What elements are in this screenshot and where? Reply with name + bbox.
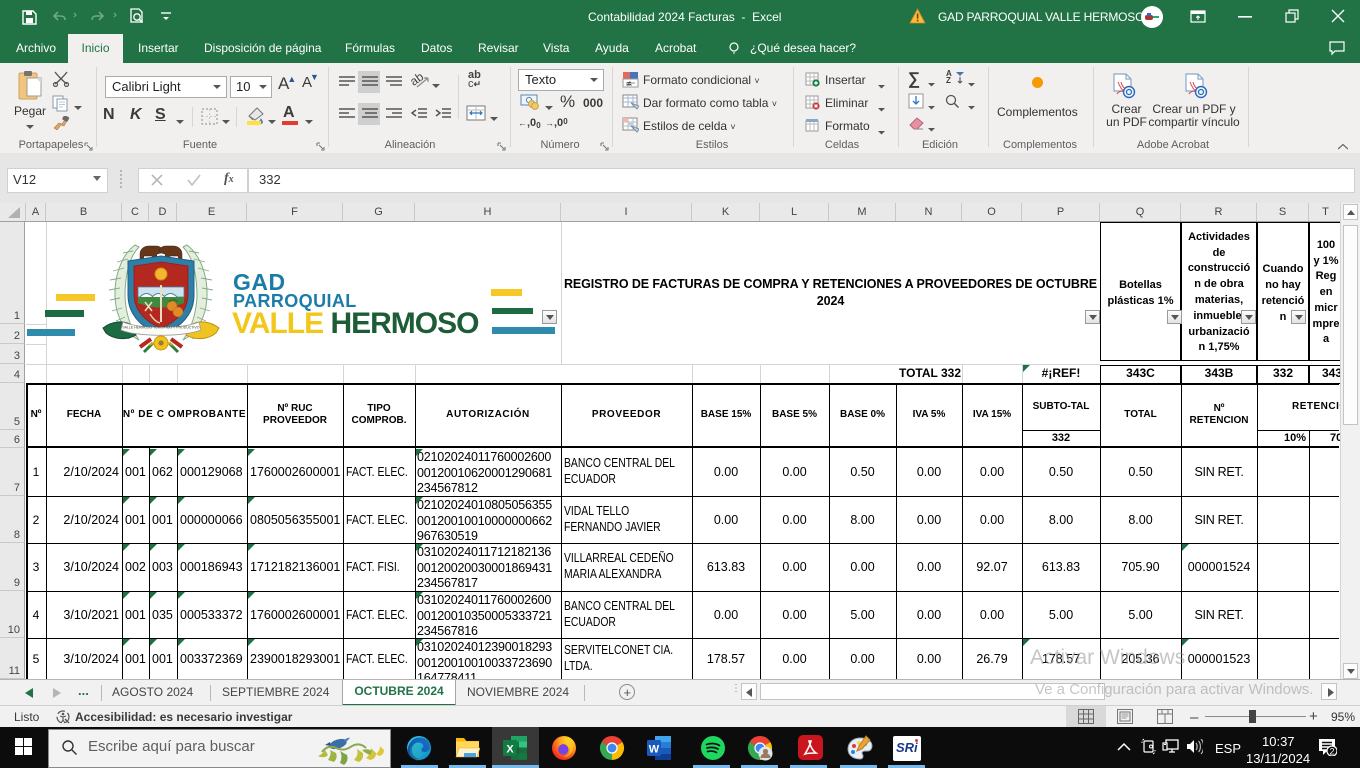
svg-text:≠: ≠ (627, 79, 632, 88)
svg-text:VALLE HERMOSO TURISTICO Y PROD: VALLE HERMOSO TURISTICO Y PRODUCTIVO (123, 326, 200, 330)
svg-text:X: X (506, 744, 514, 756)
svg-text:2: 2 (1329, 747, 1334, 757)
svg-text:W: W (649, 744, 660, 756)
